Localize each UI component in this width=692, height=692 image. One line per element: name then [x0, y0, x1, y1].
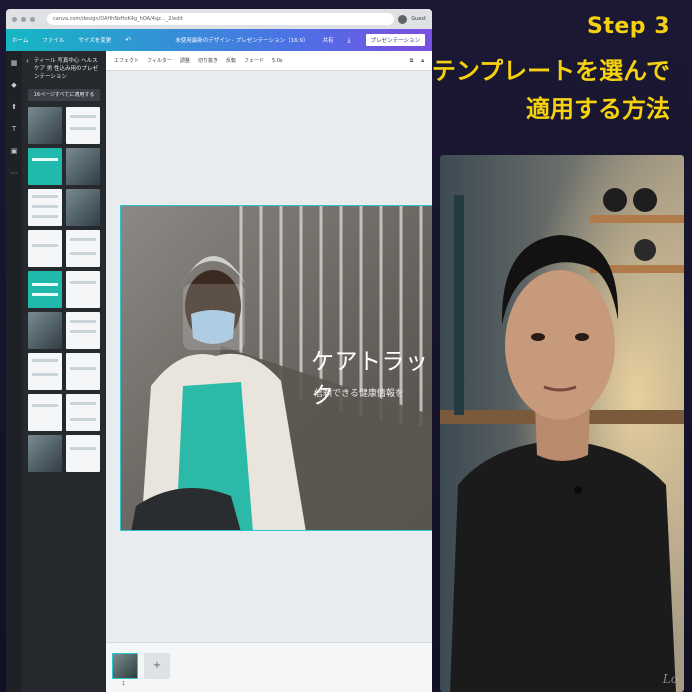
lock-icon[interactable]: 🔒︎ — [421, 58, 424, 64]
template-thumb[interactable] — [66, 394, 100, 431]
slide-1[interactable]: ケアトラック 信頼できる健康情報を — [120, 205, 432, 531]
window-control[interactable] — [30, 17, 35, 22]
upload-icon[interactable]: ⬆ — [11, 103, 17, 111]
left-rail: ▦ ◆ ⬆ T ▣ ⋯ — [6, 51, 22, 692]
browser-tab-bar: canva.com/design/DAHhNzHoK4g_hOA/4qz…_2/… — [6, 9, 432, 29]
elements-icon[interactable]: ◆ — [11, 81, 16, 89]
template-title-text: ティール 写真中心 ヘルスケア 男 性込み用のプレゼンテーション — [34, 58, 98, 80]
template-thumb[interactable] — [66, 435, 100, 472]
template-thumb[interactable] — [28, 148, 62, 185]
editor-canvas: ケアトラック 信頼できる健康情報を — [106, 71, 432, 692]
template-thumb[interactable] — [66, 271, 100, 308]
account-icon[interactable] — [398, 15, 407, 24]
step-label: Step 3 — [587, 14, 670, 39]
presenter-camera: Lo — [440, 155, 684, 692]
template-panel: ‹ ティール 写真中心 ヘルスケア 男 性込み用のプレゼンテーション 16ページ… — [22, 51, 106, 692]
adjust-button[interactable]: 調整 — [180, 57, 190, 64]
template-thumb[interactable] — [28, 107, 62, 144]
editor-toolbar: エフェクト フィルター 調整 切り抜き 反転 フェード 5.0s ⧉ 🔒︎ — [106, 51, 432, 71]
present-button[interactable]: プレゼンテーション — [365, 33, 426, 47]
file-menu[interactable]: ファイル — [42, 36, 64, 44]
template-thumb[interactable] — [28, 353, 62, 390]
window-control[interactable] — [12, 17, 17, 22]
browser-window: canva.com/design/DAHhNzHoK4g_hOA/4qz…_2/… — [6, 9, 432, 692]
effects-button[interactable]: エフェクト — [114, 57, 139, 64]
slide-title[interactable]: ケアトラック — [311, 342, 432, 410]
page-number: 1 — [122, 681, 125, 687]
template-thumb[interactable] — [28, 230, 62, 267]
template-thumb[interactable] — [28, 394, 62, 431]
flip-button[interactable]: 反転 — [226, 57, 236, 64]
account-label: Guest — [411, 16, 426, 22]
resize-button[interactable]: サイズを変更 — [78, 36, 111, 44]
download-icon[interactable]: ⤓ — [347, 36, 350, 45]
undo-icon[interactable]: ↶ — [125, 36, 131, 44]
templates-icon[interactable]: ▦ — [11, 59, 18, 67]
photos-icon[interactable]: ▣ — [11, 147, 18, 155]
more-icon[interactable]: ⋯ — [11, 169, 18, 177]
template-thumb[interactable] — [66, 148, 100, 185]
template-thumb[interactable] — [28, 435, 62, 472]
template-thumb[interactable] — [28, 312, 62, 349]
window-control[interactable] — [21, 17, 26, 22]
page-strip: 1 + — [106, 642, 432, 692]
duration-button[interactable]: 5.0s — [272, 58, 283, 64]
presenter-video — [440, 155, 684, 692]
share-button[interactable]: 共有 — [322, 36, 333, 44]
apply-all-button[interactable]: 16ページすべてに適用する — [28, 89, 100, 101]
canva-top-bar: ホーム ファイル サイズを変更 ↶ 未使用最新のデザイン - プレゼンテーション… — [6, 29, 432, 51]
document-title[interactable]: 未使用最新のデザイン - プレゼンテーション（16:9） — [175, 36, 308, 44]
template-title: ‹ ティール 写真中心 ヘルスケア 男 性込み用のプレゼンテーション — [22, 51, 106, 81]
template-thumbnails — [22, 107, 106, 472]
slide-subtitle[interactable]: 信頼できる健康情報を — [314, 386, 404, 399]
template-thumb[interactable] — [66, 107, 100, 144]
back-chevron-icon[interactable]: ‹ — [26, 57, 29, 65]
template-thumb[interactable] — [66, 189, 100, 226]
position-icon[interactable]: ⧉ — [410, 58, 414, 64]
template-thumb[interactable] — [28, 271, 62, 308]
template-thumb[interactable] — [66, 230, 100, 267]
page-thumb-1[interactable] — [112, 653, 138, 679]
crop-button[interactable]: 切り抜き — [198, 57, 218, 64]
fade-button[interactable]: フェード — [244, 57, 264, 64]
template-thumb[interactable] — [66, 353, 100, 390]
add-page-button[interactable]: + — [144, 653, 170, 679]
template-thumb[interactable] — [66, 312, 100, 349]
watermark: Lo — [663, 672, 678, 686]
home-link[interactable]: ホーム — [12, 36, 28, 44]
url-bar[interactable]: canva.com/design/DAHhNzHoK4g_hOA/4qz…_2/… — [47, 13, 394, 25]
template-thumb[interactable] — [28, 189, 62, 226]
text-icon[interactable]: T — [12, 125, 16, 133]
headline: テンプレートを選んで適用する方法 — [420, 52, 670, 128]
filter-button[interactable]: フィルター — [147, 57, 172, 64]
